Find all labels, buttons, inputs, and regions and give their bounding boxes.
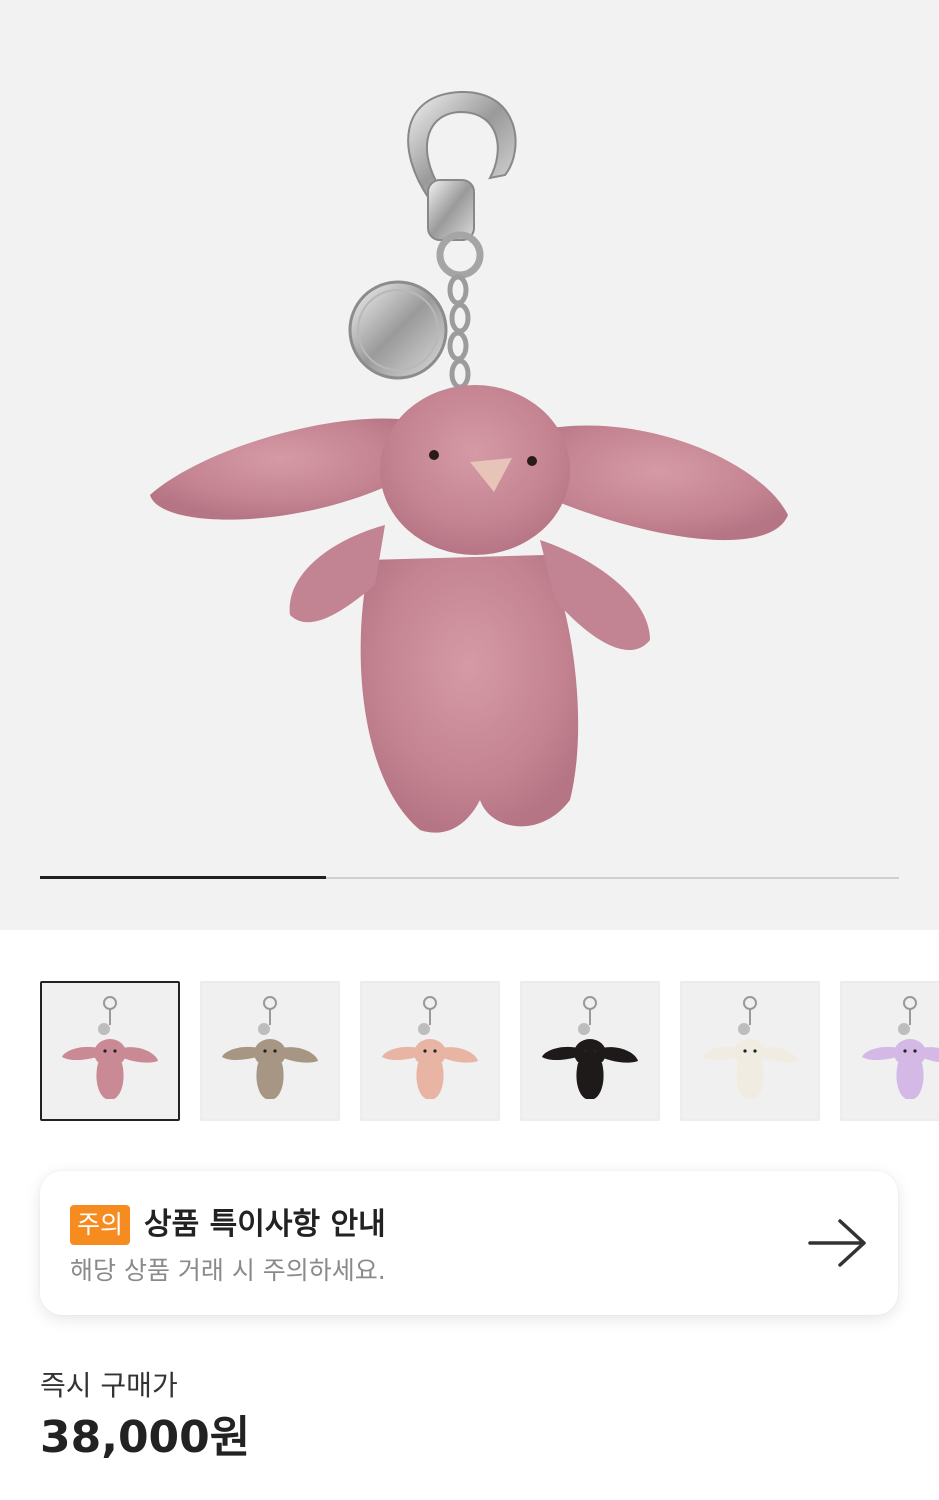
product-thumbnail[interactable] bbox=[680, 981, 820, 1121]
carousel-progress-indicator bbox=[40, 876, 327, 879]
thumbnail-bunny-image bbox=[542, 996, 638, 1099]
thumbnail-bunny-image bbox=[222, 996, 318, 1099]
product-notice-card[interactable]: 주의 상품 특이사항 안내 해당 상품 거래 시 주의하세요. bbox=[40, 1171, 898, 1315]
product-thumbnail[interactable] bbox=[520, 981, 660, 1121]
product-image bbox=[150, 90, 788, 833]
product-thumbnail[interactable] bbox=[40, 981, 180, 1121]
notice-subtitle: 해당 상품 거래 시 주의하세요. bbox=[70, 1256, 386, 1285]
price-value: 38,000원 bbox=[40, 1412, 251, 1463]
product-thumbnail[interactable] bbox=[200, 981, 340, 1121]
price-label: 즉시 구매가 bbox=[40, 1369, 178, 1402]
thumbnail-strip[interactable] bbox=[40, 981, 939, 1121]
product-image-carousel[interactable] bbox=[0, 0, 939, 930]
thumbnail-bunny-image bbox=[862, 996, 939, 1099]
carousel-progress-track bbox=[40, 876, 899, 879]
thumbnail-bunny-image bbox=[702, 996, 798, 1099]
caution-badge: 주의 bbox=[70, 1205, 131, 1245]
arrow-right-icon[interactable] bbox=[806, 1215, 870, 1271]
notice-title: 상품 특이사항 안내 bbox=[144, 1207, 386, 1242]
product-thumbnail[interactable] bbox=[840, 981, 939, 1121]
thumbnail-bunny-image bbox=[382, 996, 478, 1099]
product-thumbnail[interactable] bbox=[360, 981, 500, 1121]
thumbnail-bunny-image bbox=[62, 996, 158, 1099]
